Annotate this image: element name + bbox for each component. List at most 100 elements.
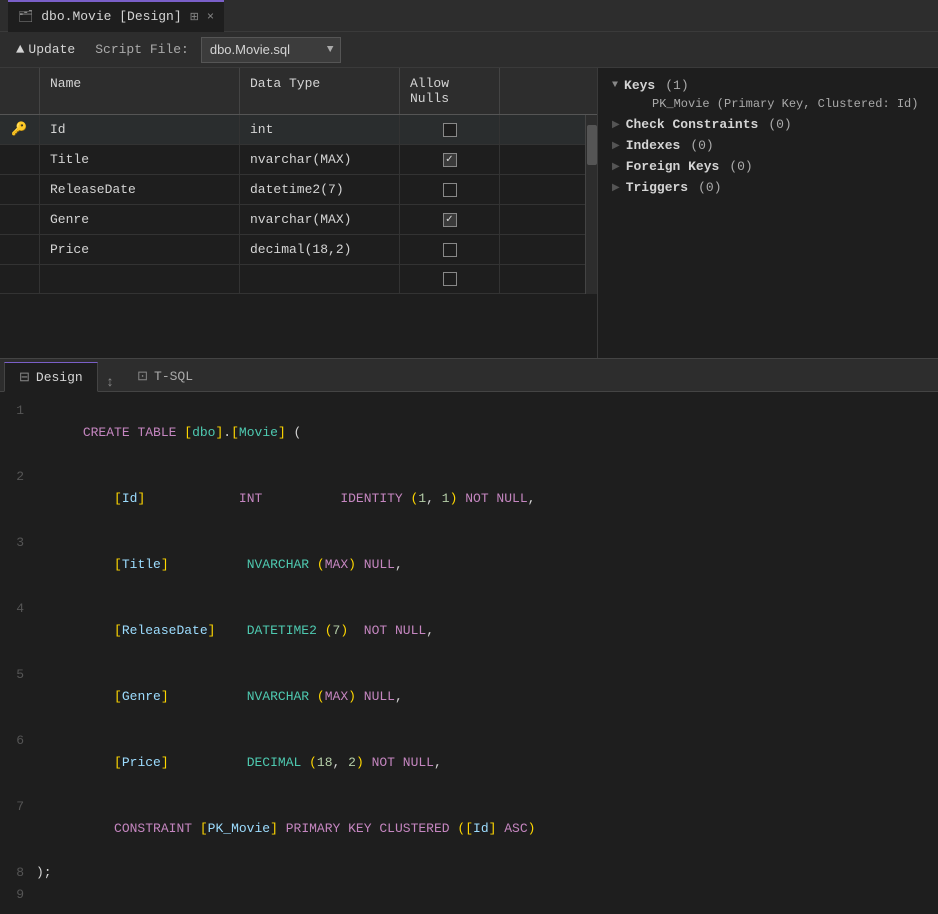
indexes-section-title: Indexes [626, 138, 681, 153]
tab-design-bottom[interactable]: ⊟ Design [4, 362, 98, 392]
header-name: Name [40, 68, 240, 114]
foreign-arrow-icon: ▶ [612, 161, 620, 173]
foreign-section-header[interactable]: ▶ Foreign Keys (0) [612, 159, 924, 174]
row-datatype-cell[interactable]: decimal(18,2) [240, 235, 400, 264]
table-row-empty[interactable] [0, 265, 585, 294]
sql-line-7: 7 CONSTRAINT [PK_Movie] PRIMARY KEY CLUS… [0, 796, 938, 862]
table-row[interactable]: Title nvarchar(MAX) [0, 145, 585, 175]
grid-body: 🔑 Id int Title nvarchar(MAX) [0, 115, 597, 294]
row-nulls-cell[interactable] [400, 175, 500, 204]
update-label: Update [28, 42, 75, 57]
row-key-cell [0, 175, 40, 204]
triggers-count: (0) [698, 180, 721, 195]
row-datatype-cell[interactable]: nvarchar(MAX) [240, 205, 400, 234]
indexes-section-header[interactable]: ▶ Indexes (0) [612, 138, 924, 153]
table-design-wrapper: Name Data Type Allow Nulls 🔑 Id int [0, 68, 598, 358]
sql-editor[interactable]: 1 CREATE TABLE [dbo].[Movie] ( 2 [Id] IN… [0, 392, 938, 914]
sql-line-4: 4 [ReleaseDate] DATETIME2 (7) NOT NULL, [0, 598, 938, 664]
row-nulls-cell[interactable] [400, 205, 500, 234]
sql-code: CONSTRAINT [PK_Movie] PRIMARY KEY CLUSTE… [36, 796, 535, 862]
grid-rows-container: 🔑 Id int Title nvarchar(MAX) [0, 115, 585, 294]
sql-line-1: 1 CREATE TABLE [dbo].[Movie] ( [0, 400, 938, 466]
foreign-section-title: Foreign Keys [626, 159, 720, 174]
design-tab-icon: ⊟ [19, 370, 30, 385]
script-file-select[interactable]: dbo.Movie.sql [201, 37, 341, 63]
bottom-tab-bar: ⊟ Design ↕ ⊡ T-SQL [0, 358, 938, 392]
row-datatype-cell[interactable]: int [240, 115, 400, 144]
check-section-header[interactable]: ▶ Check Constraints (0) [612, 117, 924, 132]
indexes-count: (0) [690, 138, 713, 153]
close-icon[interactable]: × [207, 10, 214, 24]
tab-tsql[interactable]: ⊡ T-SQL [122, 361, 208, 391]
sql-code: ); [36, 862, 52, 884]
line-number: 7 [0, 796, 36, 818]
foreign-section: ▶ Foreign Keys (0) [612, 159, 924, 174]
line-number: 9 [0, 884, 36, 906]
keys-section-header[interactable]: ▼ Keys (1) [612, 78, 924, 93]
check-count: (0) [768, 117, 791, 132]
allow-nulls-checkbox[interactable] [443, 243, 457, 257]
sql-code: CREATE TABLE [dbo].[Movie] ( [36, 400, 301, 466]
row-name-cell[interactable]: Price [40, 235, 240, 264]
line-number: 8 [0, 862, 36, 884]
update-button[interactable]: ▲ Update [8, 38, 83, 62]
tab-icon: 🗂 [18, 9, 33, 24]
script-file-wrapper: dbo.Movie.sql ▼ [201, 37, 334, 63]
sql-code: [Genre] NVARCHAR (MAX) NULL, [36, 664, 403, 730]
tsql-tab-label: T-SQL [154, 369, 193, 384]
row-nulls-cell[interactable] [400, 115, 500, 144]
check-section: ▶ Check Constraints (0) [612, 117, 924, 132]
keys-section-title: Keys [624, 78, 655, 93]
indexes-section: ▶ Indexes (0) [612, 138, 924, 153]
row-datatype-cell[interactable]: datetime2(7) [240, 175, 400, 204]
table-row[interactable]: 🔑 Id int [0, 115, 585, 145]
tab-design[interactable]: 🗂 dbo.Movie [Design] ⊞ × [8, 0, 224, 32]
sort-icon[interactable]: ↕ [98, 375, 122, 391]
sql-code: [Title] NVARCHAR (MAX) NULL, [36, 532, 403, 598]
header-nulls: Allow Nulls [400, 68, 500, 114]
scrollbar-thumb[interactable] [587, 125, 597, 165]
title-bar: 🗂 dbo.Movie [Design] ⊞ × [0, 0, 938, 32]
line-number: 4 [0, 598, 36, 620]
keys-section: ▼ Keys (1) PK_Movie (Primary Key, Cluste… [612, 78, 924, 111]
allow-nulls-checkbox-empty[interactable] [443, 272, 457, 286]
triggers-section: ▶ Triggers (0) [612, 180, 924, 195]
vertical-scrollbar[interactable] [585, 115, 597, 294]
line-number: 3 [0, 532, 36, 554]
allow-nulls-checkbox[interactable] [443, 153, 457, 167]
row-key-cell-empty [0, 265, 40, 293]
row-nulls-cell[interactable] [400, 145, 500, 174]
tab-title: dbo.Movie [Design] [41, 9, 181, 24]
indexes-arrow-icon: ▶ [612, 140, 620, 152]
sql-line-2: 2 [Id] INT IDENTITY (1, 1) NOT NULL, [0, 466, 938, 532]
triggers-section-header[interactable]: ▶ Triggers (0) [612, 180, 924, 195]
sql-code: [ReleaseDate] DATETIME2 (7) NOT NULL, [36, 598, 434, 664]
allow-nulls-checkbox[interactable] [443, 183, 457, 197]
check-arrow-icon: ▶ [612, 119, 620, 131]
row-name-cell[interactable]: Id [40, 115, 240, 144]
sql-line-9: 9 [0, 884, 938, 906]
allow-nulls-checkbox[interactable] [443, 123, 457, 137]
row-nulls-cell-empty[interactable] [400, 265, 500, 293]
row-name-cell[interactable]: Title [40, 145, 240, 174]
table-row[interactable]: Genre nvarchar(MAX) [0, 205, 585, 235]
row-datatype-cell-empty[interactable] [240, 265, 400, 293]
allow-nulls-checkbox[interactable] [443, 213, 457, 227]
row-key-cell [0, 145, 40, 174]
table-row[interactable]: Price decimal(18,2) [0, 235, 585, 265]
row-name-cell-empty[interactable] [40, 265, 240, 293]
pk-entry: PK_Movie (Primary Key, Clustered: Id) [612, 97, 924, 111]
update-arrow-icon: ▲ [16, 42, 24, 58]
table-row[interactable]: ReleaseDate datetime2(7) [0, 175, 585, 205]
pin-icon[interactable]: ⊞ [190, 10, 199, 24]
row-name-cell[interactable]: Genre [40, 205, 240, 234]
key-icon: 🔑 [11, 122, 27, 137]
check-section-title: Check Constraints [626, 117, 759, 132]
line-number: 6 [0, 730, 36, 752]
sql-code: [Price] DECIMAL (18, 2) NOT NULL, [36, 730, 442, 796]
row-datatype-cell[interactable]: nvarchar(MAX) [240, 145, 400, 174]
design-tab-label: Design [36, 370, 83, 385]
row-name-cell[interactable]: ReleaseDate [40, 175, 240, 204]
row-key-cell [0, 205, 40, 234]
row-nulls-cell[interactable] [400, 235, 500, 264]
